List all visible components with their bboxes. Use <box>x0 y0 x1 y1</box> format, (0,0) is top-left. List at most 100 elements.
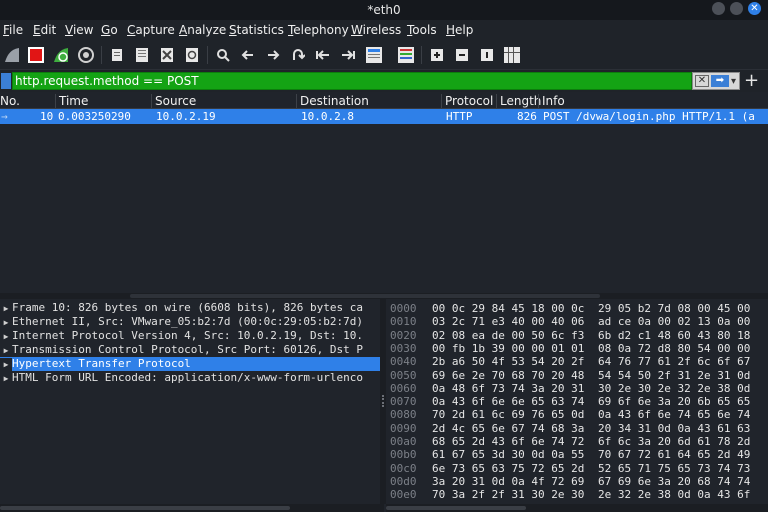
go-last-icon[interactable] <box>338 45 358 65</box>
menu-view[interactable]: View <box>65 23 93 37</box>
go-forward-icon[interactable] <box>263 45 283 65</box>
expand-arrow-icon[interactable]: ▶ <box>0 358 12 371</box>
save-file-icon[interactable] <box>132 45 152 65</box>
hex-bytes-first-half[interactable]: 68 65 2d 43 6f 6e 74 72 <box>432 435 584 448</box>
hex-dump-row[interactable]: 0020 02 08 ea de 00 50 6c f3 6b d2 c1 48 6… <box>386 329 768 342</box>
hex-bytes-first-half[interactable]: 00 0c 29 84 45 18 00 0c <box>432 302 584 315</box>
normal-size-icon[interactable] <box>477 45 497 65</box>
menu-telephony[interactable]: Telephony <box>288 23 349 37</box>
hex-bytes-first-half[interactable]: 2d 4c 65 6e 67 74 68 3a <box>432 422 584 435</box>
hex-bytes-first-half[interactable]: 2b a6 50 4f 53 54 20 2f <box>432 355 584 368</box>
details-horizontal-scrollbar[interactable] <box>0 504 384 512</box>
stop-capture-icon[interactable] <box>26 45 46 65</box>
hex-bytes-second-half[interactable]: 67 69 6e 3a 20 68 74 74 <box>598 475 750 488</box>
go-to-packet-icon[interactable] <box>288 45 308 65</box>
expand-arrow-icon[interactable]: ▶ <box>0 372 12 385</box>
hex-dump-row[interactable]: 0030 00 fb 1b 39 00 00 01 01 08 0a 72 d8 8… <box>386 342 768 355</box>
hex-bytes-second-half[interactable]: 52 65 71 75 65 73 74 73 <box>598 462 750 475</box>
hex-bytes-second-half[interactable]: ad ce 0a 00 02 13 0a 00 <box>598 315 750 328</box>
menu-capture[interactable]: Capture <box>127 23 175 37</box>
detail-form-urlencoded[interactable]: ▶ HTML Form URL Encoded: application/x-ww… <box>0 371 384 385</box>
hex-bytes-first-half[interactable]: 02 08 ea de 00 50 6c f3 <box>432 329 584 342</box>
menu-wireless[interactable]: Wireless <box>351 23 401 37</box>
hex-bytes-second-half[interactable]: 6b d2 c1 48 60 43 80 18 <box>598 329 750 342</box>
hex-bytes-first-half[interactable]: 0a 43 6f 6e 6e 65 63 74 <box>432 395 584 408</box>
shark-fin-start-icon[interactable] <box>2 45 22 65</box>
hex-dump-row[interactable]: 00e0 70 3a 2f 2f 31 30 2e 30 2e 32 2e 38 0… <box>386 488 768 501</box>
capture-options-icon[interactable] <box>76 45 96 65</box>
column-header-destination[interactable]: Destination <box>296 94 369 108</box>
hex-bytes-first-half[interactable]: 70 3a 2f 2f 31 30 2e 30 <box>432 488 584 501</box>
resize-columns-icon[interactable] <box>502 45 522 65</box>
close-window-button[interactable]: ✕ <box>748 2 761 15</box>
hex-bytes-second-half[interactable]: 0a 43 6f 6e 74 65 6e 74 <box>598 408 750 421</box>
hex-dump-row[interactable]: 0010 03 2c 71 e3 40 00 40 06 ad ce 0a 00 0… <box>386 315 768 328</box>
apply-filter-icon[interactable]: ➡ <box>711 75 729 87</box>
hex-bytes-second-half[interactable]: 69 6f 6e 3a 20 6b 65 65 <box>598 395 750 408</box>
hex-bytes-second-half[interactable]: 20 34 31 0d 0a 43 61 63 <box>598 422 750 435</box>
menu-help[interactable]: Help <box>446 23 473 37</box>
filter-bookmark-icon[interactable] <box>1 73 11 89</box>
hex-bytes-first-half[interactable]: 03 2c 71 e3 40 00 40 06 <box>432 315 584 328</box>
display-filter-input[interactable]: http.request.method == POST <box>12 72 692 90</box>
open-file-icon[interactable] <box>107 45 127 65</box>
hex-dump-row[interactable]: 0090 2d 4c 65 6e 67 74 68 3a 20 34 31 0d 0… <box>386 422 768 435</box>
hex-bytes-second-half[interactable]: 64 76 77 61 2f 6c 6f 67 <box>598 355 750 368</box>
detail-http[interactable]: ▶ Hypertext Transfer Protocol <box>0 357 384 371</box>
column-header-info[interactable]: Info <box>538 94 565 108</box>
column-header-protocol[interactable]: Protocol <box>441 94 493 108</box>
hex-dump-row[interactable]: 0040 2b a6 50 4f 53 54 20 2f 64 76 77 61 2… <box>386 355 768 368</box>
menu-statistics[interactable]: Statistics <box>229 23 284 37</box>
menu-file[interactable]: File <box>3 23 23 37</box>
find-packet-icon[interactable] <box>213 45 233 65</box>
go-back-icon[interactable] <box>238 45 258 65</box>
column-header-no[interactable]: No. <box>0 94 20 108</box>
zoom-out-icon[interactable] <box>452 45 472 65</box>
expand-arrow-icon[interactable]: ▶ <box>0 302 12 315</box>
expand-arrow-icon[interactable]: ▶ <box>0 316 12 329</box>
hex-bytes-first-half[interactable]: 00 fb 1b 39 00 00 01 01 <box>432 342 584 355</box>
column-header-time[interactable]: Time <box>55 94 88 108</box>
zoom-in-icon[interactable] <box>427 45 447 65</box>
restart-capture-icon[interactable] <box>51 45 71 65</box>
expand-arrow-icon[interactable]: ▶ <box>0 330 12 343</box>
go-first-icon[interactable] <box>313 45 333 65</box>
detail-frame[interactable]: ▶ Frame 10: 826 bytes on wire (6608 bits)… <box>0 301 384 315</box>
clear-filter-icon[interactable]: ✕ <box>695 75 709 87</box>
hex-dump-row[interactable]: 00c0 6e 73 65 63 75 72 65 2d 52 65 71 75 6… <box>386 462 768 475</box>
auto-scroll-icon[interactable] <box>364 45 384 65</box>
hex-bytes-second-half[interactable]: 54 54 50 2f 31 2e 31 0d <box>598 369 750 382</box>
hex-bytes-first-half[interactable]: 69 6e 2e 70 68 70 20 48 <box>432 369 584 382</box>
hex-dump-row[interactable]: 0080 70 2d 61 6c 69 76 65 0d 0a 43 6f 6e 7… <box>386 408 768 421</box>
hex-dump-row[interactable]: 0060 0a 48 6f 73 74 3a 20 31 30 2e 30 2e 3… <box>386 382 768 395</box>
hex-bytes-first-half[interactable]: 0a 48 6f 73 74 3a 20 31 <box>432 382 584 395</box>
hex-bytes-second-half[interactable]: 29 05 b2 7d 08 00 45 00 <box>598 302 750 315</box>
close-file-icon[interactable] <box>157 45 177 65</box>
column-header-source[interactable]: Source <box>151 94 196 108</box>
column-header-length[interactable]: Length <box>496 94 541 108</box>
hex-bytes-first-half[interactable]: 6e 73 65 63 75 72 65 2d <box>432 462 584 475</box>
packet-row[interactable]: → 10 0.003250290 10.0.2.19 10.0.2.8 HTTP… <box>0 109 768 124</box>
hex-dump-row[interactable]: 0050 69 6e 2e 70 68 70 20 48 54 54 50 2f 3… <box>386 369 768 382</box>
colorize-icon[interactable] <box>396 45 416 65</box>
hex-dump-row[interactable]: 0000 00 0c 29 84 45 18 00 0c 29 05 b2 7d 0… <box>386 302 768 315</box>
hex-bytes-first-half[interactable]: 3a 20 31 0d 0a 4f 72 69 <box>432 475 584 488</box>
hex-bytes-second-half[interactable]: 30 2e 30 2e 32 2e 38 0d <box>598 382 750 395</box>
filter-history-dropdown-icon[interactable]: ▾ <box>731 76 739 87</box>
detail-ethernet[interactable]: ▶ Ethernet II, Src: VMware_05:b2:7d (00:0… <box>0 315 384 329</box>
reload-file-icon[interactable] <box>182 45 202 65</box>
hex-bytes-second-half[interactable]: 08 0a 72 d8 80 54 00 00 <box>598 342 750 355</box>
expand-arrow-icon[interactable]: ▶ <box>0 344 12 357</box>
menu-analyze[interactable]: Analyze <box>179 23 226 37</box>
minimize-button[interactable] <box>712 2 725 15</box>
hex-dump-row[interactable]: 00b0 61 67 65 3d 30 0d 0a 55 70 67 72 61 6… <box>386 448 768 461</box>
hex-dump-row[interactable]: 0070 0a 43 6f 6e 6e 65 63 74 69 6f 6e 3a 2… <box>386 395 768 408</box>
bytes-horizontal-scrollbar[interactable] <box>386 504 768 512</box>
add-filter-button[interactable]: + <box>744 70 759 91</box>
menu-tools[interactable]: Tools <box>407 23 437 37</box>
maximize-button[interactable] <box>730 2 743 15</box>
hex-dump-row[interactable]: 00d0 3a 20 31 0d 0a 4f 72 69 67 69 6e 3a 2… <box>386 475 768 488</box>
menu-edit[interactable]: Edit <box>33 23 56 37</box>
hex-bytes-second-half[interactable]: 70 67 72 61 64 65 2d 49 <box>598 448 750 461</box>
hex-dump-row[interactable]: 00a0 68 65 2d 43 6f 6e 74 72 6f 6c 3a 20 6… <box>386 435 768 448</box>
